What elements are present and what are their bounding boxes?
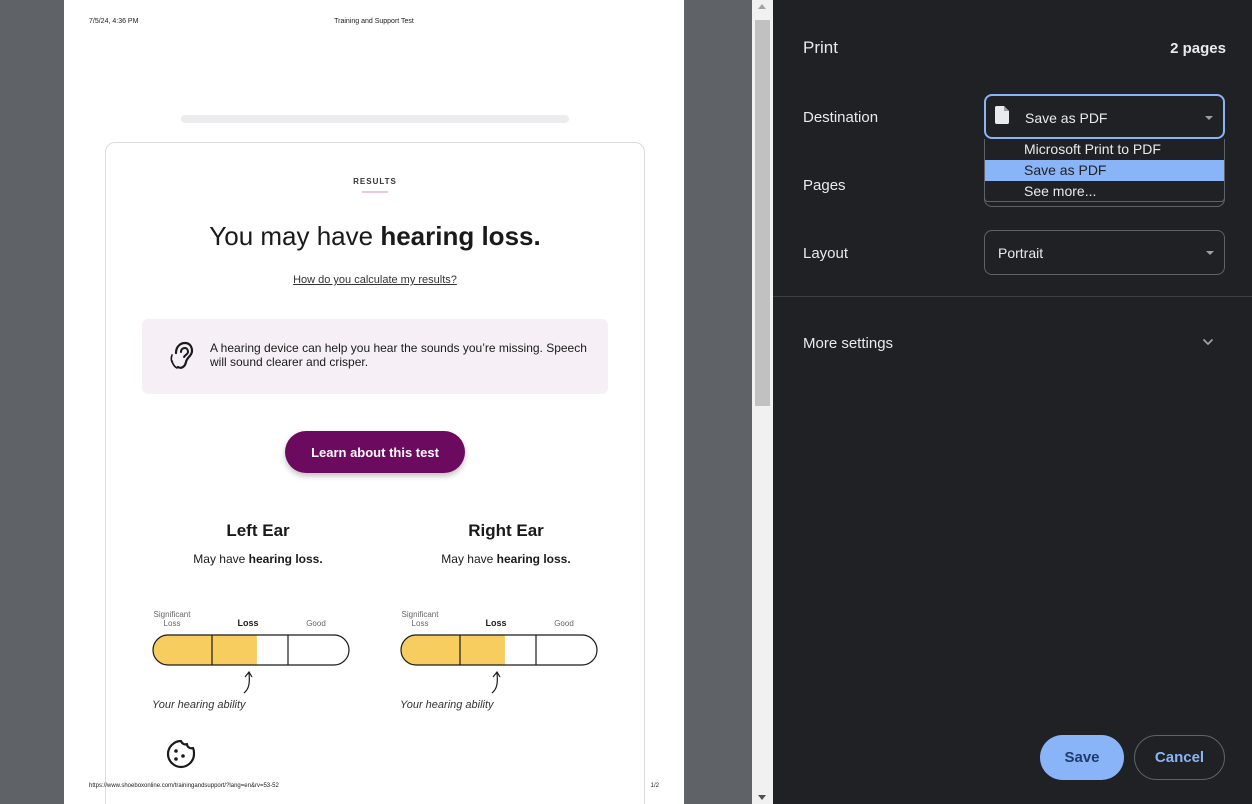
ear-title: Left Ear [226,521,290,540]
learn-about-test-button[interactable]: Learn about this test [285,431,465,473]
headline-bold: hearing loss. [380,221,541,251]
scale-loss: Loss [237,618,259,628]
gauge-fill [153,635,257,665]
ear-subtitle: May have hearing loss. [148,552,368,566]
layout-value: Portrait [998,245,1044,261]
destination-label: Destination [803,109,879,126]
cookie-icon[interactable] [165,738,197,770]
results-card: RESULTS You may have hearing loss. How d… [105,142,645,804]
section-divider [773,296,1252,297]
page-count: 2 pages [1170,40,1226,57]
up-arrow-icon [491,670,501,694]
save-button[interactable]: Save [1040,735,1124,780]
dropdown-caret-icon [1206,251,1214,255]
ear-sub-prefix: May have [441,552,497,566]
up-arrow-icon [243,670,253,694]
gauge-fill [401,635,505,665]
ear-title: Right Ear [468,521,544,540]
headline-prefix: You may have [209,221,381,251]
info-text: A hearing device can help you hear the s… [210,341,587,369]
scale-good: Good [306,619,326,628]
destination-select[interactable]: Save as PDF [984,94,1225,139]
scale-loss: Loss [485,618,507,628]
dropdown-caret-icon [1205,116,1213,120]
ear-icon [170,341,194,369]
panel-title: Print [803,38,838,57]
scroll-down-arrow-icon[interactable] [758,795,766,800]
ability-label: Your hearing ability [152,699,246,711]
pages-label: Pages [803,177,846,194]
footer-page-number: 1/2 [650,783,659,789]
info-box: A hearing device can help you hear the s… [142,319,608,394]
cancel-button[interactable]: Cancel [1134,735,1225,780]
calculate-results-link[interactable]: How do you calculate my results? [106,274,644,286]
more-settings-toggle[interactable]: More settings [803,335,893,352]
progress-bar [181,115,569,123]
scale-significant-loss: Significant Loss [153,610,191,628]
chevron-down-icon[interactable] [1202,336,1214,348]
header-title: Training and Support Test [334,18,414,25]
ear-sub-prefix: May have [193,552,249,566]
ear-sub-bold: hearing loss. [248,552,323,566]
hearing-gauge [400,634,598,666]
destination-option-selected[interactable]: Save as PDF [985,160,1224,181]
preview-page: 7/5/24, 4:36 PM Training and Support Tes… [64,0,684,804]
scroll-up-arrow-icon[interactable] [758,4,766,9]
destination-dropdown: Microsoft Print to PDF Save as PDF See m… [984,139,1225,202]
footer-url: https://www.shoeboxonline.com/trainingan… [89,783,279,789]
ability-label: Your hearing ability [400,699,494,711]
ear-sub-bold: hearing loss. [496,552,571,566]
scale-significant-loss: Significant Loss [401,610,439,628]
destination-option[interactable]: See more... [985,181,1224,202]
layout-select[interactable]: Portrait [984,230,1225,275]
print-settings-panel: Print 2 pages Destination Save as PDF Mi… [773,0,1252,804]
document-icon [995,106,1009,124]
results-headline: You may have hearing loss. [106,221,644,252]
scale-good: Good [554,619,574,628]
preview-scrollbar[interactable] [752,0,773,804]
right-ear-result: Right Ear May have hearing loss. Signifi… [396,521,616,721]
results-underline [362,191,388,193]
left-ear-result: Left Ear May have hearing loss. Signific… [148,521,368,721]
ear-subtitle: May have hearing loss. [396,552,616,566]
destination-value: Save as PDF [1025,110,1108,126]
print-preview: 7/5/24, 4:36 PM Training and Support Tes… [0,0,752,804]
hearing-gauge [152,634,350,666]
destination-option[interactable]: Microsoft Print to PDF [985,139,1224,160]
results-label: RESULTS [353,177,397,186]
layout-label: Layout [803,245,849,262]
scroll-thumb[interactable] [755,20,770,406]
